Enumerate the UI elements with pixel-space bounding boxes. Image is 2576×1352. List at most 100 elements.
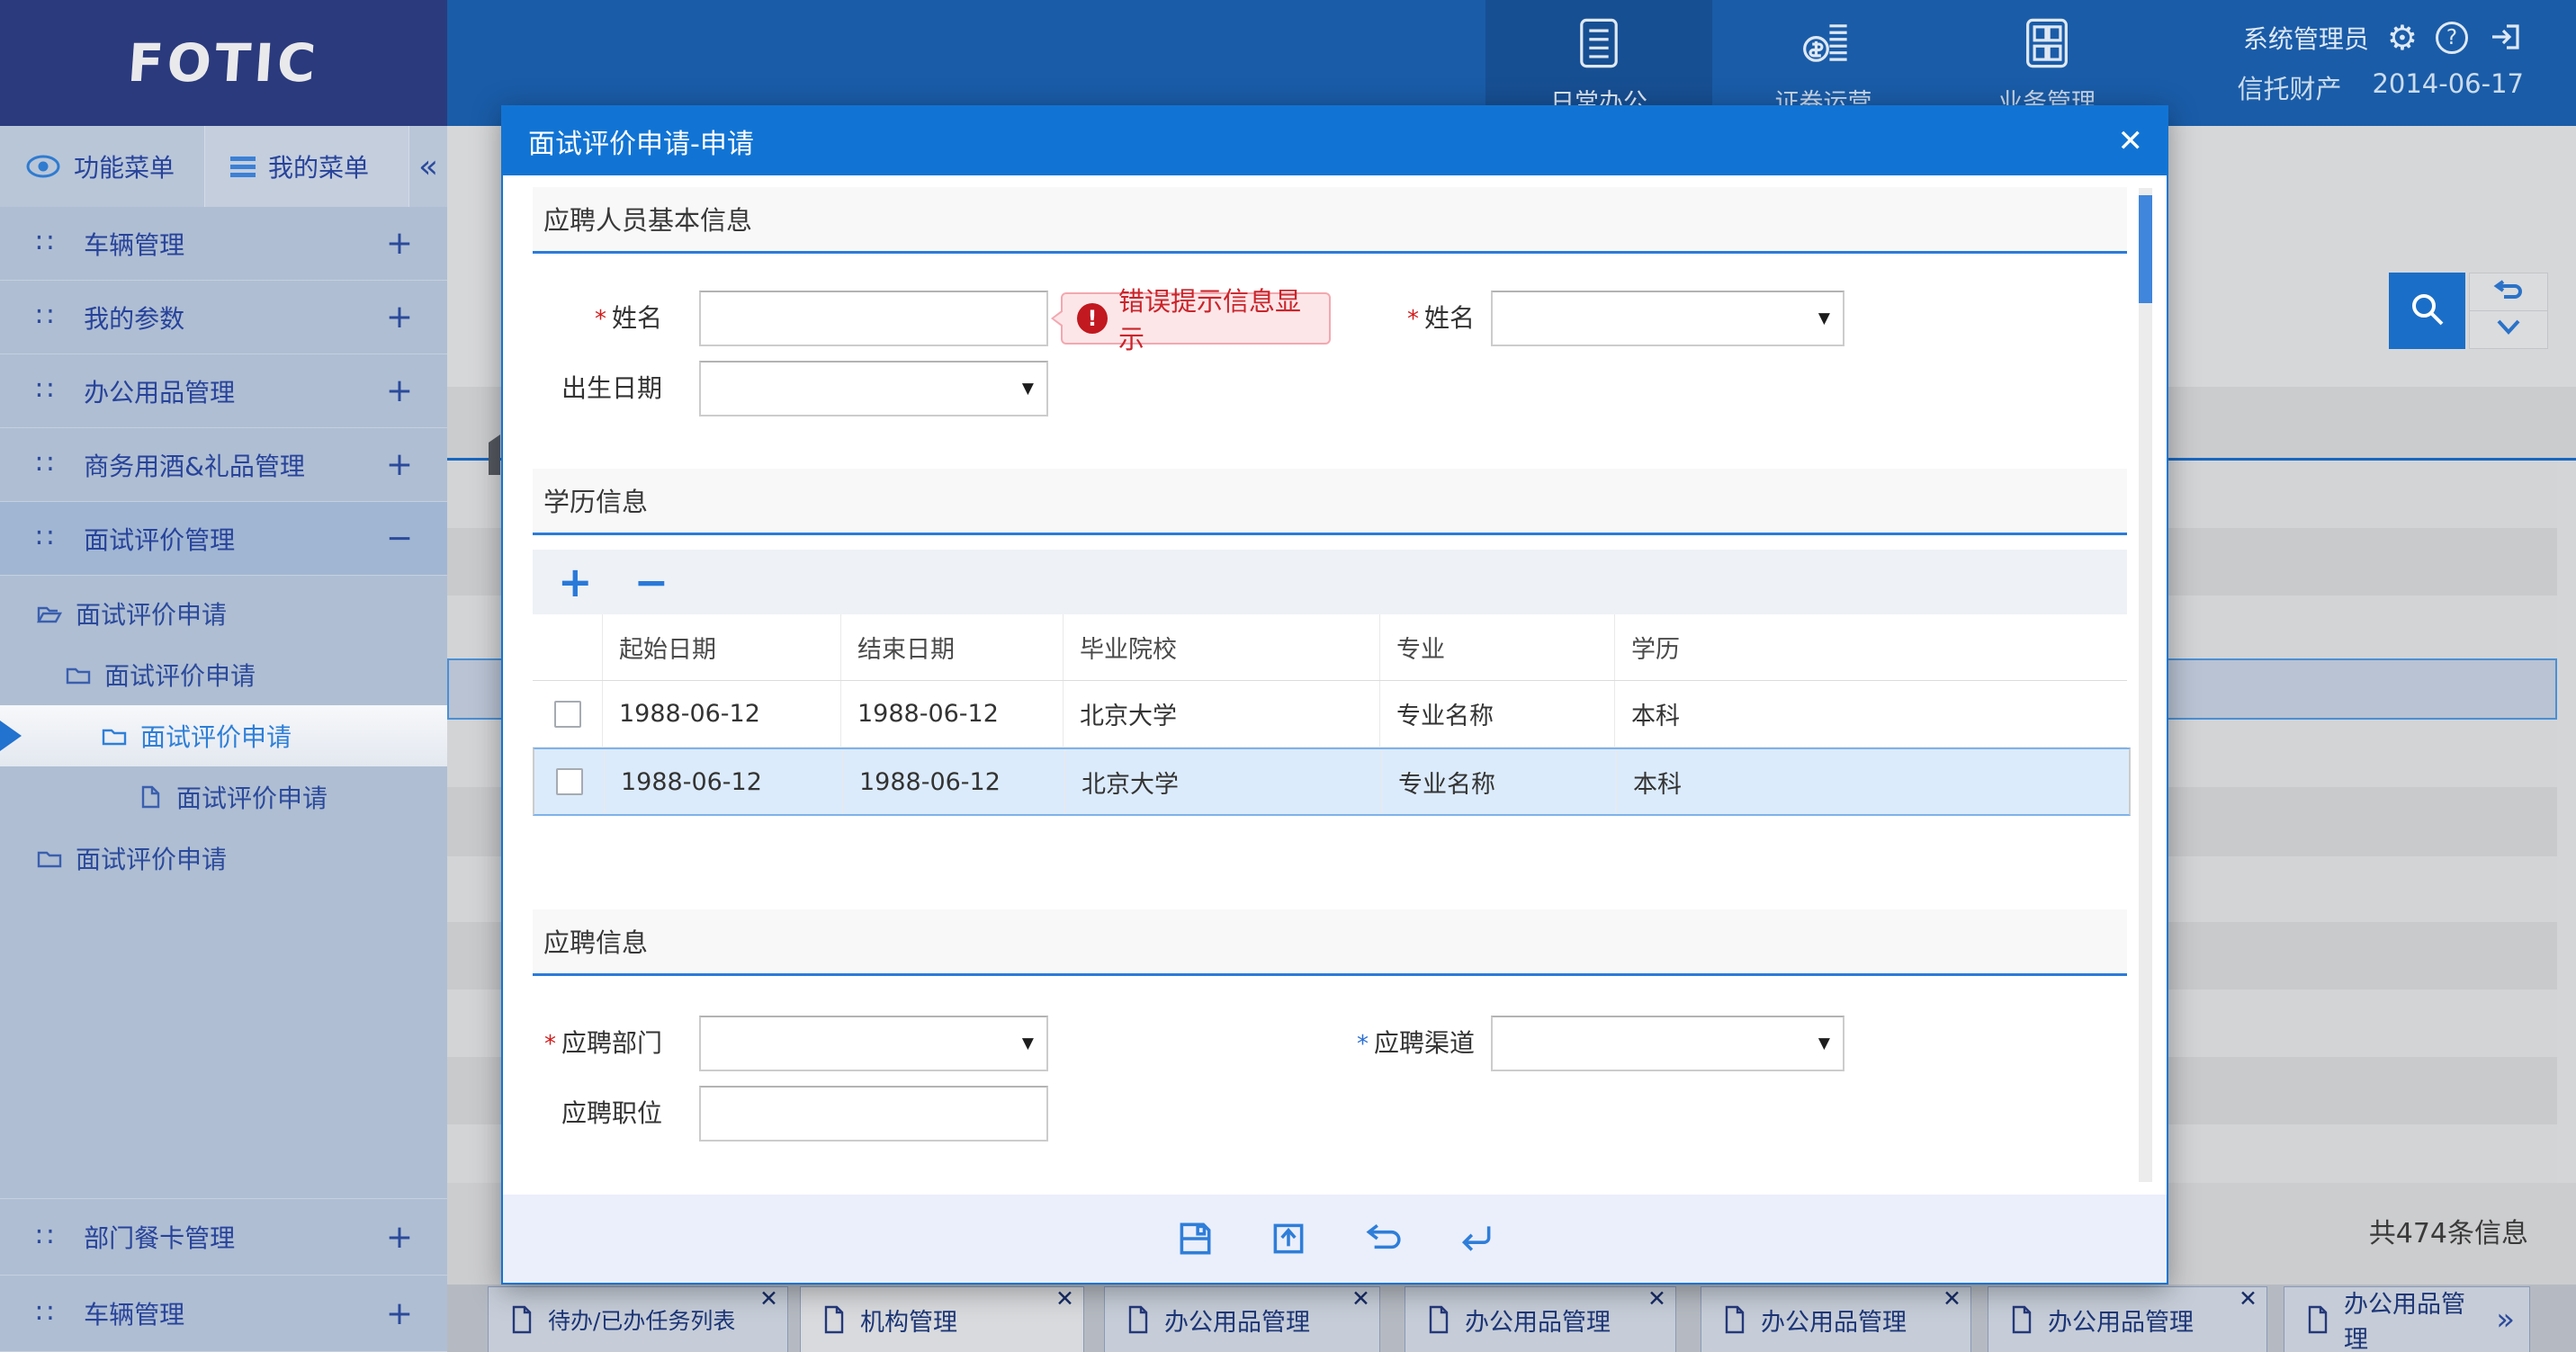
table-cell: 1988-06-12 — [605, 749, 843, 814]
name-input[interactable] — [699, 291, 1048, 346]
sidebar-tab-my-menu[interactable]: 我的菜单 — [205, 126, 409, 207]
sidebar-collapse-button[interactable]: « — [409, 126, 447, 207]
expand-toggle-icon[interactable]: + — [386, 1219, 413, 1256]
close-icon[interactable]: ✕ — [1647, 1287, 1666, 1311]
gear-icon[interactable]: ⚙ — [2387, 20, 2418, 56]
submit-button[interactable] — [1455, 1218, 1496, 1259]
task-tab-7[interactable]: 办公用品管理» — [2284, 1286, 2530, 1352]
sidebar: 功能菜单 我的菜单 « ∷车辆管理+∷我的参数+∷办公用品管理+∷商务用酒&礼品… — [0, 126, 447, 1352]
folder-icon — [65, 663, 92, 686]
expand-toggle-icon[interactable]: + — [386, 446, 413, 483]
sidebar-item-1[interactable]: ∷ 车辆管理 + — [0, 207, 447, 281]
apply-position-input[interactable] — [699, 1086, 1048, 1142]
modal-header[interactable]: 面试评价申请-申请 ✕ — [503, 107, 2167, 175]
sidebar-item-5[interactable]: ∷面试评价管理− — [0, 502, 447, 576]
name2-select[interactable]: ▼ — [1491, 291, 1844, 346]
sidebar-item-3[interactable]: ∷办公用品管理+ — [0, 354, 447, 428]
task-tab-label: 办公用品管理 — [1465, 1303, 1611, 1338]
sidebar-item-2[interactable]: ∷ 我的参数 + — [0, 281, 447, 354]
enter-icon — [1455, 1246, 1496, 1263]
expand-toggle-icon[interactable]: + — [386, 225, 413, 262]
folder-icon — [101, 724, 128, 748]
help-icon[interactable]: ? — [2436, 22, 2468, 54]
tree-item-4[interactable]: 面试评价申请 — [0, 766, 447, 828]
tree-item-2[interactable]: 面试评价申请 — [0, 644, 447, 705]
task-tab-1[interactable]: 待办/已办任务列表✕ — [488, 1286, 788, 1352]
daily-office-icon — [1570, 14, 1628, 76]
active-item-pointer-icon — [0, 721, 22, 751]
search-button[interactable] — [2389, 273, 2465, 349]
task-tab-label: 机构管理 — [860, 1303, 957, 1338]
expand-toggle-icon[interactable]: + — [386, 372, 413, 409]
apply-dept-select[interactable]: ▼ — [699, 1016, 1048, 1071]
modal-scrollbar[interactable] — [2139, 188, 2152, 1182]
row-checkbox-cell — [534, 749, 605, 814]
tree-item-1[interactable]: 面试评价申请 — [0, 583, 447, 644]
tree-item-3[interactable]: 面试评价申请 — [0, 705, 447, 766]
sidebar-bottom-item-2[interactable]: ∷车辆管理+ — [0, 1276, 447, 1352]
eye-icon — [25, 154, 61, 179]
education-table-header: 起始日期结束日期毕业院校专业学历 — [533, 614, 2127, 681]
undo-button[interactable] — [1361, 1218, 1403, 1259]
sidebar-item-label: 我的参数 — [84, 300, 184, 336]
grip-icon: ∷ — [36, 301, 53, 333]
section-apply-info: 应聘信息 — [533, 909, 2127, 976]
tree-item-label: 面试评价申请 — [140, 718, 292, 754]
sidebar-item-label: 商务用酒&礼品管理 — [84, 447, 305, 483]
file-icon — [2010, 1305, 2033, 1334]
task-tab-4[interactable]: 办公用品管理 ✕ — [1405, 1286, 1676, 1352]
remove-row-button[interactable]: − — [634, 561, 669, 603]
close-icon[interactable]: ✕ — [2239, 1287, 2257, 1311]
column-header: 结束日期 — [841, 614, 1064, 680]
task-tab-5[interactable]: 办公用品管理 ✕ — [1701, 1286, 1971, 1352]
file-icon — [1427, 1305, 1450, 1334]
tree-item-5[interactable]: 面试评价申请 — [0, 828, 447, 889]
reset-button[interactable] — [2470, 273, 2547, 310]
column-header: 学历 — [1615, 614, 2127, 680]
undo-icon — [1361, 1246, 1403, 1263]
grip-icon: ∷ — [36, 228, 53, 259]
grip-icon: ∷ — [36, 1222, 53, 1253]
business-grid-icon — [2018, 14, 2076, 76]
expand-toggle-icon[interactable]: + — [386, 299, 413, 336]
section-education: 学历信息 — [533, 469, 2127, 535]
close-icon[interactable]: ✕ — [1943, 1287, 1961, 1311]
modal-scrollbar-thumb[interactable] — [2139, 195, 2152, 303]
add-row-button[interactable]: + — [558, 561, 593, 603]
table-row[interactable]: 1988-06-121988-06-12北京大学专业名称本科 — [533, 681, 2127, 748]
overflow-icon[interactable]: » — [2496, 1302, 2515, 1338]
task-tab-3[interactable]: 办公用品管理✕ — [1104, 1286, 1380, 1352]
file-icon — [510, 1305, 534, 1334]
task-tab-2[interactable]: 机构管理 ✕ — [800, 1286, 1084, 1352]
task-tab-label: 办公用品管理 — [1761, 1303, 1907, 1338]
close-icon[interactable]: ✕ — [1055, 1287, 1074, 1311]
expand-button[interactable] — [2470, 310, 2547, 347]
save-button[interactable] — [1174, 1218, 1216, 1259]
sidebar-menu-bottom: ∷部门餐卡管理+∷车辆管理+ — [0, 1198, 447, 1352]
upload-button[interactable] — [1268, 1218, 1309, 1259]
grip-icon: ∷ — [36, 1298, 53, 1330]
column-header: 毕业院校 — [1064, 614, 1380, 680]
expand-toggle-icon[interactable]: + — [386, 1295, 413, 1332]
modal-title: 面试评价申请-申请 — [528, 121, 754, 161]
close-icon[interactable]: ✕ — [2118, 123, 2144, 159]
sidebar-bottom-item-1[interactable]: ∷部门餐卡管理+ — [0, 1199, 447, 1276]
apply-channel-select[interactable]: ▼ — [1491, 1016, 1844, 1071]
dropdown-arrow-icon: ▼ — [1818, 309, 1830, 327]
close-icon[interactable]: ✕ — [1351, 1287, 1370, 1311]
screen: 共474条信息 待办/已办任务列表✕机构管理✕办公用品管理✕办公用品管理✕办公用… — [0, 0, 2576, 1352]
record-count: 共474条信息 — [2369, 1183, 2528, 1285]
table-cell: 本科 — [1615, 681, 2127, 747]
expand-toggle-icon[interactable]: − — [386, 520, 413, 557]
table-row[interactable]: 1988-06-121988-06-12北京大学专业名称本科 — [533, 748, 2131, 816]
required-marker: * — [544, 1031, 556, 1058]
task-tab-6[interactable]: 办公用品管理✕ — [1988, 1286, 2267, 1352]
close-icon[interactable]: ✕ — [759, 1287, 778, 1311]
sidebar-tab-function-menu[interactable]: 功能菜单 — [0, 126, 205, 207]
logout-icon[interactable] — [2486, 17, 2524, 58]
sidebar-item-label: 车辆管理 — [84, 226, 184, 262]
birth-date-select[interactable]: ▼ — [699, 361, 1048, 416]
row-checkbox[interactable] — [554, 701, 581, 728]
row-checkbox[interactable] — [556, 768, 583, 795]
sidebar-item-4[interactable]: ∷商务用酒&礼品管理+ — [0, 428, 447, 502]
